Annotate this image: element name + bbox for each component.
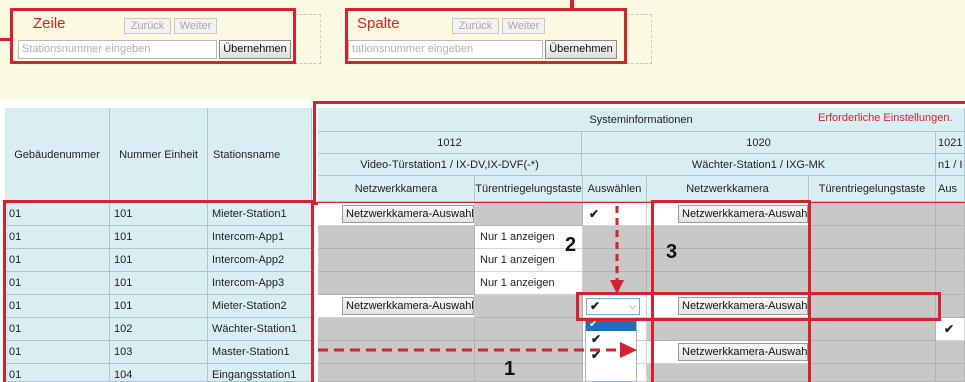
callout-arrows — [318, 206, 637, 358]
arrow-head-down — [610, 280, 624, 294]
arrow-head-right — [620, 342, 637, 358]
callout-number-1: 1 — [504, 358, 516, 380]
callout-number-3: 3 — [666, 241, 678, 263]
callout-number-2: 2 — [565, 234, 577, 256]
